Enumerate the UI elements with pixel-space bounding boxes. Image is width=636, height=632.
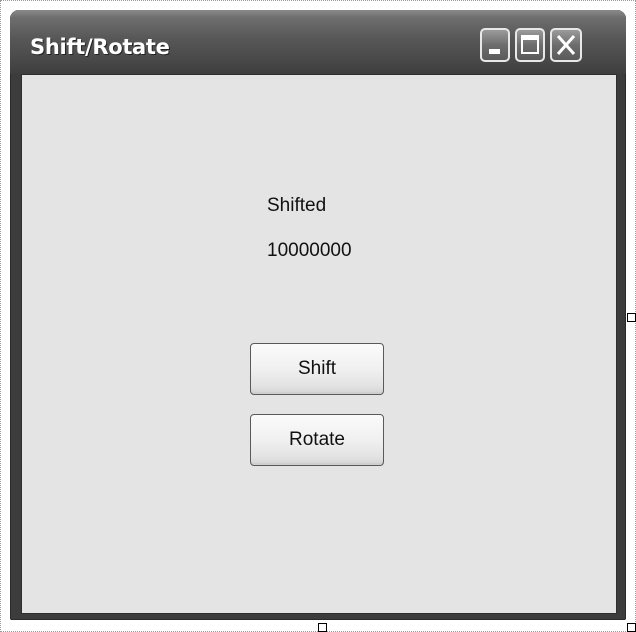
title-bar[interactable]: Shift/Rotate: [10, 10, 626, 74]
minimize-icon: [489, 49, 500, 54]
form-window: Shift/Rotate Shifted 10000000 Shift Rota…: [10, 10, 626, 620]
designer-surface: Shift/Rotate Shifted 10000000 Shift Rota…: [0, 0, 636, 632]
close-button[interactable]: [550, 28, 582, 62]
resize-handle-right[interactable]: [627, 313, 636, 322]
shift-button[interactable]: Shift: [250, 343, 384, 395]
resize-handle-corner[interactable]: [627, 623, 636, 632]
maximize-icon: [521, 35, 539, 54]
maximize-button[interactable]: [515, 28, 545, 62]
minimize-button[interactable]: [480, 28, 510, 62]
value-label: 10000000: [267, 240, 352, 261]
caption-label: Shifted: [267, 195, 327, 216]
rotate-button[interactable]: Rotate: [250, 414, 384, 466]
resize-handle-bottom[interactable]: [318, 623, 327, 632]
client-area: Shifted 10000000 Shift Rotate: [21, 74, 617, 614]
window-title: Shift/Rotate: [30, 35, 170, 59]
close-icon: [556, 35, 576, 55]
